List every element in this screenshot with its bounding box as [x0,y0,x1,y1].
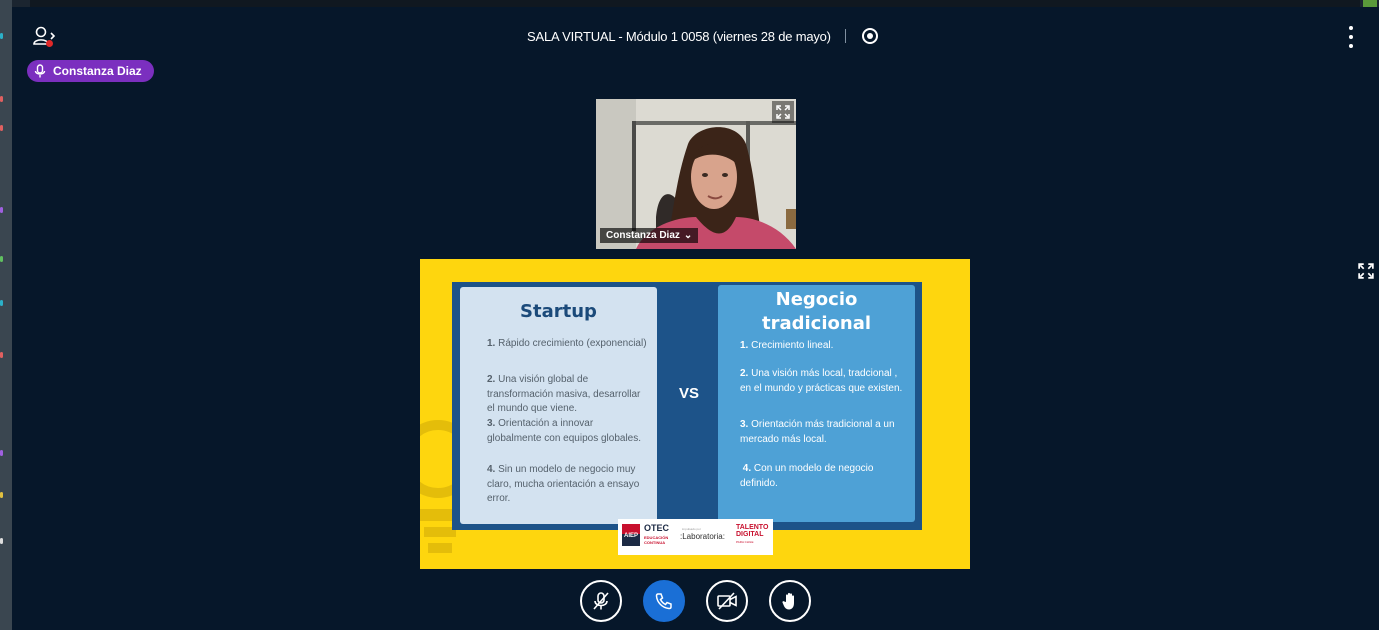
item-number: 3. [487,418,496,429]
item-text: Sin un modelo de negocio muy claro, much… [487,464,640,504]
webcam-image [596,99,796,249]
item-number: 2. [487,374,496,385]
item-text: Una visión más local, tradcional , en el… [740,368,903,394]
users-icon [33,26,56,45]
edge-mark [0,125,3,131]
presentation-slide[interactable]: Startup 1. Rápido crecimiento (exponenci… [420,259,970,569]
traditional-item: 2. Una visión más local, tradcional , en… [740,367,910,396]
item-number: 1. [740,340,749,351]
hand-icon [782,592,794,610]
edge-mark [0,33,3,39]
microphone-icon [34,64,46,78]
leave-audio-button[interactable] [643,580,685,622]
edge-mark [0,207,3,213]
title-line: Negocio [775,289,858,310]
laboratoria-pretext: impulsado por [682,527,701,531]
talento-digital-subtitle: PARA CHILE [736,540,754,544]
item-number: 1. [487,338,496,349]
item-text: Con un modelo de negocio definido. [740,463,874,489]
talking-user-name: Constanza Diaz [53,64,142,78]
edge-mark [0,538,3,544]
edge-mark [0,492,3,498]
webcam-video[interactable]: Constanza Diaz ⌄ [596,99,796,249]
startup-card: Startup 1. Rápido crecimiento (exponenci… [460,287,657,524]
item-text: Orientación más tradicional a un mercado… [740,419,895,445]
unmute-button[interactable] [580,580,622,622]
traditional-item: 1. Crecimiento lineal. [740,339,910,354]
item-number: 2. [740,368,749,379]
top-strip [0,0,1379,7]
startup-item: 4. Sin un modelo de negocio muy claro, m… [487,463,647,507]
raise-hand-button[interactable] [769,580,811,622]
talento-digital-logo-text: TALENTO DIGITAL [736,524,769,538]
otec-logo-text: OTEC [644,523,670,533]
nav-bar: SALA VIRTUAL - Módulo 1 0058 (viernes 28… [12,7,1379,63]
actions-bar [580,580,815,622]
meeting-title: SALA VIRTUAL - Módulo 1 0058 (viernes 28… [527,28,831,44]
laboratoria-logo-text: :Laboratoria: [680,532,725,541]
item-text: Rápido crecimiento (exponencial) [498,338,647,349]
item-number: 3. [740,419,749,430]
users-list-toggle[interactable] [32,25,58,47]
microphone-muted-icon [593,592,609,610]
options-dot [1349,26,1353,30]
left-edge-bar [0,0,12,630]
options-menu-button[interactable] [1342,26,1360,48]
edge-mark [0,352,3,358]
edge-mark [0,96,3,102]
title-wrap: SALA VIRTUAL - Módulo 1 0058 (viernes 28… [527,27,878,45]
edge-mark [0,256,3,262]
fullscreen-icon [1358,263,1374,279]
title-line: tradicional [761,313,872,334]
item-number: 4. [742,463,752,474]
presentation-fullscreen-button[interactable] [1355,260,1377,282]
edge-mark [0,450,3,456]
startup-item: 1. Rápido crecimiento (exponencial) [487,337,647,352]
top-strip-green [1363,0,1377,7]
traditional-business-card: Negocio tradicional 1. Crecimiento linea… [718,285,915,522]
vs-label: VS [678,385,699,402]
chevron-down-icon: ⌄ [683,230,693,241]
startup-title: Startup [520,301,597,322]
item-number: 4. [487,464,496,475]
startup-item: 2. Una visión global de transformación m… [487,373,647,417]
item-text: Una visión global de transformación masi… [487,374,641,414]
talking-indicator[interactable]: Constanza Diaz [27,60,154,82]
traditional-item: 3. Orientación más tradicional a un merc… [740,418,910,447]
options-dot [1349,35,1353,39]
otec-subtitle: EDUCACIÓN CONTINUA [644,535,669,545]
video-off-icon [717,592,737,610]
title-separator [844,29,846,43]
sponsor-logos: AIEP OTEC EDUCACIÓN CONTINUA impulsado p… [618,519,773,555]
fullscreen-icon [776,105,790,119]
webcam-fullscreen-button[interactable] [772,101,794,123]
webcam-user-name[interactable]: Constanza Diaz ⌄ [600,228,699,243]
startup-item: 3. Orientación a innovar globalmente con… [487,417,647,446]
phone-icon [655,593,672,610]
share-webcam-button[interactable] [706,580,748,622]
edge-mark [0,300,3,306]
aiep-logo-text: AIEP [624,533,639,539]
notification-dot [46,40,53,47]
options-dot [1349,44,1353,48]
item-text: Crecimiento lineal. [751,340,834,351]
traditional-item: 4. Con un modelo de negocio definido. [740,462,910,491]
traditional-business-title: Negocio tradicional [718,288,915,336]
record-icon[interactable] [861,28,878,44]
webcam-user-name-text: Constanza Diaz [606,230,680,241]
item-text: Orientación a innovar globalmente con eq… [487,418,641,444]
top-strip-dark [30,0,1360,7]
